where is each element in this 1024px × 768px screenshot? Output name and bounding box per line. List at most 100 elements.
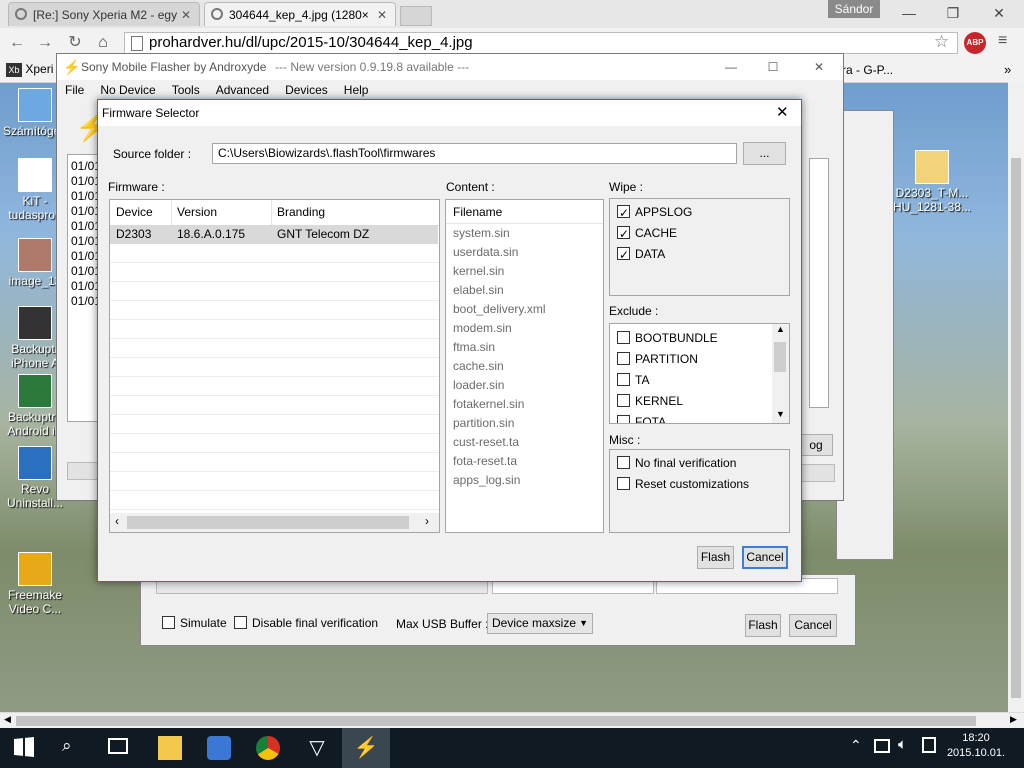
file-explorer-icon[interactable] xyxy=(158,736,182,760)
disable-final-checkbox[interactable]: Disable final verification xyxy=(234,616,378,630)
chrome-icon[interactable] xyxy=(256,736,280,760)
close-icon[interactable]: ✕ xyxy=(776,100,789,126)
list-item[interactable]: modem.sin xyxy=(446,319,603,338)
network-icon[interactable] xyxy=(874,739,890,753)
maximize-icon[interactable]: ❐ xyxy=(938,4,968,22)
exclude-ta-checkbox[interactable]: TA xyxy=(617,370,649,391)
list-item[interactable]: boot_delivery.xml xyxy=(446,300,603,319)
flash-button[interactable]: Flash xyxy=(697,546,734,569)
list-item[interactable]: kernel.sin xyxy=(446,262,603,281)
usb-buffer-select[interactable]: Device maxsize ▼ xyxy=(487,613,593,634)
list-item[interactable]: fota-reset.ta xyxy=(446,452,603,471)
exclude-kernel-checkbox[interactable]: KERNEL xyxy=(617,391,683,412)
flasher-side-button[interactable]: og xyxy=(799,434,833,456)
reset-customizations-checkbox[interactable]: Reset customizations xyxy=(617,474,749,495)
reload-icon[interactable]: ↻ xyxy=(64,32,86,54)
profile-badge[interactable]: Sándor xyxy=(828,0,880,18)
list-item[interactable]: apps_log.sin xyxy=(446,471,603,490)
close-icon[interactable]: ✕ xyxy=(984,4,1014,22)
scroll-left-icon[interactable]: ‹ xyxy=(115,514,119,528)
simulate-checkbox[interactable]: Simulate xyxy=(162,616,227,630)
scroll-thumb[interactable] xyxy=(127,516,409,529)
address-bar[interactable]: prohardver.hu/dl/upc/2015-10/304644_kep_… xyxy=(124,32,958,54)
menu-tools[interactable]: Tools xyxy=(164,80,208,100)
bookmarks-overflow[interactable]: » xyxy=(1004,62,1011,77)
action-center-icon[interactable] xyxy=(922,737,936,753)
list-item[interactable]: partition.sin xyxy=(446,414,603,433)
flasher-cancel-button[interactable]: Cancel xyxy=(789,614,837,637)
scroll-thumb[interactable] xyxy=(16,716,976,726)
scroll-thumb[interactable] xyxy=(1011,158,1021,698)
task-view-icon[interactable] xyxy=(108,738,128,754)
list-item[interactable]: elabel.sin xyxy=(446,281,603,300)
back-icon[interactable]: ← xyxy=(6,32,28,54)
bookmark-item-right[interactable]: ra - G-P... xyxy=(842,63,893,77)
scroll-right-icon[interactable]: › xyxy=(425,514,429,528)
scroll-up-icon[interactable]: ▲ xyxy=(776,324,785,334)
desktop-icon-freemake[interactable]: Freemake Video C... xyxy=(0,552,70,616)
no-final-verification-checkbox[interactable]: No final verification xyxy=(617,453,736,474)
wipe-cache-checkbox[interactable]: CACHE xyxy=(617,223,677,245)
column-version[interactable]: Version xyxy=(177,205,217,219)
tray-chevron-icon[interactable]: ⌃ xyxy=(850,737,862,754)
menu-advanced[interactable]: Advanced xyxy=(208,80,277,100)
misc-group: No final verification Reset customizatio… xyxy=(609,449,790,533)
forward-icon[interactable]: → xyxy=(34,32,56,54)
new-tab-button[interactable] xyxy=(400,6,432,26)
close-icon[interactable]: ✕ xyxy=(809,54,829,80)
exclude-scrollbar[interactable]: ▲ ▼ xyxy=(772,324,789,423)
flasher-scrollbar[interactable] xyxy=(809,158,829,408)
page-hscrollbar[interactable]: ◀ ▶ xyxy=(0,712,1024,729)
exclude-partition-checkbox[interactable]: PARTITION xyxy=(617,349,698,370)
exclude-fota-checkbox[interactable]: FOTA xyxy=(617,412,666,423)
scroll-left-icon[interactable]: ◀ xyxy=(4,714,11,725)
menu-help[interactable]: Help xyxy=(336,80,377,100)
bookmark-item[interactable]: Xb Xperi xyxy=(6,62,53,77)
volume-icon[interactable]: 🔈︎ xyxy=(898,736,907,753)
flasher-flash-button[interactable]: Flash xyxy=(745,614,781,637)
revo-taskbar-icon[interactable] xyxy=(207,736,231,760)
source-folder-input[interactable]: C:\Users\Biowizards\.flashTool\firmwares xyxy=(212,143,737,164)
windows-start-icon[interactable] xyxy=(14,737,34,757)
close-tab-icon[interactable]: ✕ xyxy=(377,3,387,26)
list-item[interactable]: loader.sin xyxy=(446,376,603,395)
page-vscrollbar[interactable] xyxy=(1008,82,1024,712)
home-icon[interactable]: ⌂ xyxy=(92,32,114,54)
scroll-down-icon[interactable]: ▼ xyxy=(776,409,785,419)
cancel-button[interactable]: Cancel xyxy=(742,546,788,569)
search-icon[interactable]: ⌕ xyxy=(62,736,72,756)
browser-tab-2[interactable]: 304644_kep_4.jpg (1280× ✕ xyxy=(204,2,396,26)
list-item[interactable]: userdata.sin xyxy=(446,243,603,262)
scroll-thumb[interactable] xyxy=(774,342,786,372)
menu-no-device[interactable]: No Device xyxy=(92,80,163,100)
content-header[interactable]: Filename xyxy=(446,200,603,224)
desktop-icon-firmware-folder[interactable]: D2303_T-M... HU_1281-38... xyxy=(892,150,972,214)
menu-icon[interactable]: ≡ xyxy=(998,32,1007,50)
adblock-icon[interactable]: ABP xyxy=(964,32,986,54)
table-row[interactable]: D2303 18.6.A.0.175 GNT Telecom DZ xyxy=(110,225,438,244)
minimize-icon[interactable]: — xyxy=(894,4,924,22)
exclude-bootbundle-checkbox[interactable]: BOOTBUNDLE xyxy=(617,328,718,349)
list-item[interactable]: cust-reset.ta xyxy=(446,433,603,452)
wipe-data-checkbox[interactable]: DATA xyxy=(617,244,665,266)
scroll-right-icon[interactable]: ▶ xyxy=(1010,714,1017,725)
menu-file[interactable]: File xyxy=(57,80,92,100)
fox-app-icon[interactable]: ▽ xyxy=(305,736,329,760)
menu-devices[interactable]: Devices xyxy=(277,80,336,100)
list-item[interactable]: cache.sin xyxy=(446,357,603,376)
browse-button[interactable]: ... xyxy=(743,142,786,165)
close-tab-icon[interactable]: ✕ xyxy=(181,3,191,26)
firmware-hscrollbar[interactable]: ‹ › xyxy=(110,513,439,532)
list-item[interactable]: system.sin xyxy=(446,224,603,243)
bookmark-star-icon[interactable]: ☆ xyxy=(934,32,949,52)
maximize-icon[interactable]: ☐ xyxy=(763,54,783,80)
column-device[interactable]: Device xyxy=(116,205,153,219)
wipe-appslog-checkbox[interactable]: APPSLOG xyxy=(617,202,692,224)
minimize-icon[interactable]: — xyxy=(721,54,741,80)
browser-tab-1[interactable]: [Re:] Sony Xperia M2 - egy ✕ xyxy=(8,2,200,26)
flashtool-taskbar-icon[interactable]: ⚡ xyxy=(342,728,390,768)
column-branding[interactable]: Branding xyxy=(277,205,325,219)
clock[interactable]: 18:20 2015.10.01. xyxy=(946,731,1006,761)
list-item[interactable]: fotakernel.sin xyxy=(446,395,603,414)
list-item[interactable]: ftma.sin xyxy=(446,338,603,357)
